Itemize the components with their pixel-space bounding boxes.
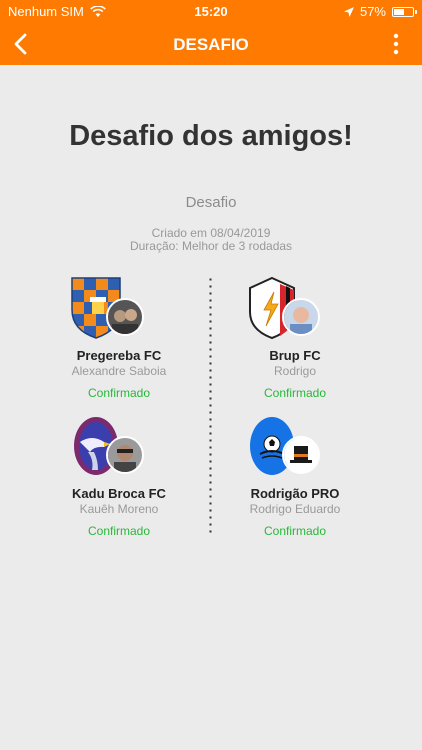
status-confirmed: Confirmado bbox=[263, 386, 327, 400]
nav-bar: DESAFIO bbox=[0, 24, 422, 65]
location-arrow-icon bbox=[343, 6, 354, 17]
challenge-heading: Desafio dos amigos! bbox=[69, 120, 353, 152]
owner-avatar bbox=[106, 436, 144, 474]
owner-avatar bbox=[282, 436, 320, 474]
team-name: Kadu Broca FC bbox=[72, 486, 166, 501]
status-confirmed: Confirmado bbox=[87, 524, 151, 538]
battery-percent: 57% bbox=[359, 4, 386, 19]
battery-level bbox=[394, 8, 404, 15]
team-owner: Rodrigo Eduardo bbox=[249, 502, 341, 516]
team-name: Brup FC bbox=[269, 348, 321, 363]
team-name: Pregereba FC bbox=[76, 348, 162, 363]
challenge-subtitle: Desafio bbox=[185, 194, 237, 211]
battery-icon bbox=[392, 6, 417, 17]
team-owner: Alexandre Saboia bbox=[71, 364, 167, 378]
team-owner: Kauêh Moreno bbox=[79, 502, 159, 516]
team-owner: Rodrigo bbox=[273, 364, 317, 378]
status-confirmed: Confirmado bbox=[263, 524, 327, 538]
page-title: DESAFIO bbox=[173, 35, 249, 54]
status-bar: Nenhum SIM 15:20 57% bbox=[0, 0, 422, 24]
status-confirmed: Confirmado bbox=[87, 386, 151, 400]
team-name: Rodrigão PRO bbox=[250, 486, 340, 501]
duration-info: Duração: Melhor de 3 rodadas bbox=[129, 239, 293, 253]
more-vertical-icon[interactable] bbox=[392, 32, 400, 56]
owner-avatar bbox=[106, 298, 144, 336]
owner-avatar bbox=[282, 298, 320, 336]
created-date: Criado em 08/04/2019 bbox=[151, 226, 271, 240]
